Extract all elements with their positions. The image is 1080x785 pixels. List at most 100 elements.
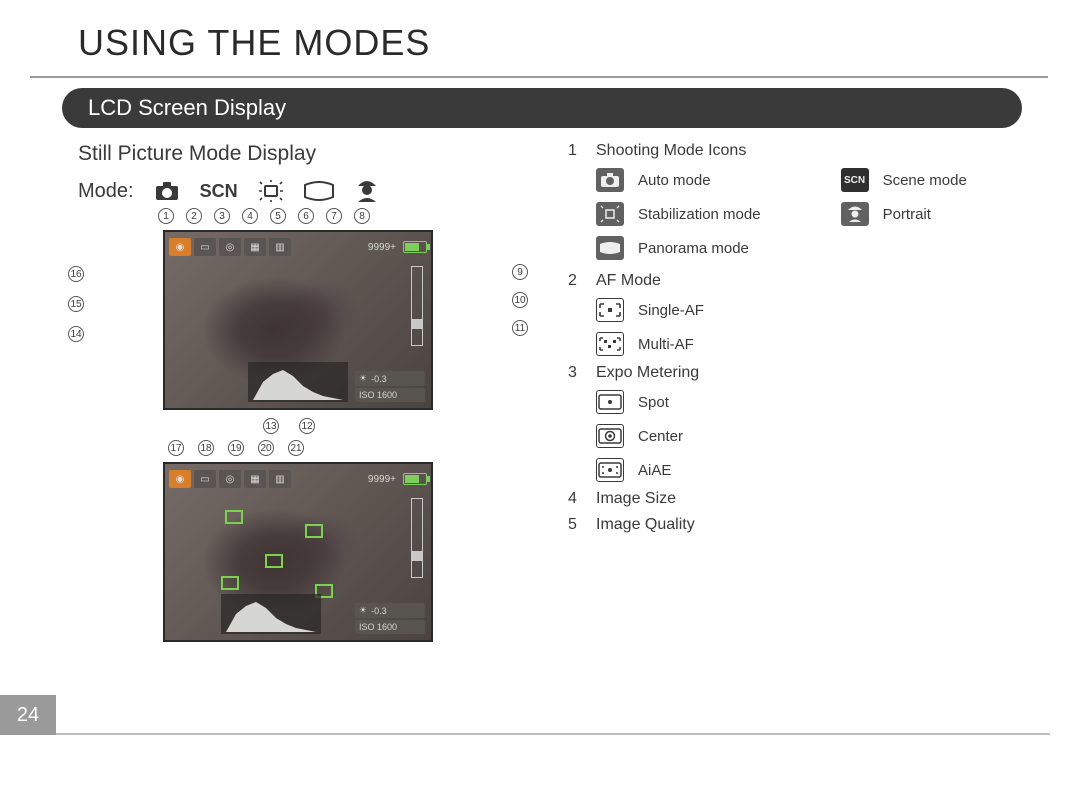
legend-label: Spot xyxy=(638,394,669,411)
lcd-screen: ◉ ▭ ◎ ▦ ▥ 9999+ ☀-0.3 ISO 1600 xyxy=(163,230,433,410)
camera-icon xyxy=(152,178,182,204)
callout-num: 16 xyxy=(68,266,84,282)
quality-icon-lcd: ▥ xyxy=(269,238,291,256)
chapter-title: USING THE MODES xyxy=(0,0,1080,70)
legend-item: Single-AF xyxy=(596,298,1040,322)
mode-icon-lcd: ◉ xyxy=(169,238,191,256)
metering-icon-lcd: ◎ xyxy=(219,238,241,256)
histogram xyxy=(221,594,321,634)
panorama-icon xyxy=(596,236,624,260)
af-icon-lcd: ▭ xyxy=(194,470,216,488)
af-point-icon xyxy=(221,576,239,590)
callout-num: 10 xyxy=(512,292,528,308)
legend-label: Center xyxy=(638,428,683,445)
metering-icon-lcd: ◎ xyxy=(219,470,241,488)
legend-title: Image Quality xyxy=(596,516,695,534)
size-icon-lcd: ▦ xyxy=(244,238,266,256)
legend-item: Panorama mode xyxy=(596,236,761,260)
legend-title: Image Size xyxy=(596,490,676,508)
scn-mode-text: SCN xyxy=(200,181,238,202)
legend-section-3: 3 Expo Metering xyxy=(568,364,1040,382)
callout-num: 4 xyxy=(242,208,258,224)
divider xyxy=(30,76,1048,78)
callout-num: 20 xyxy=(258,440,274,456)
legend-label: AiAE xyxy=(638,462,671,479)
legend-section-1: 1 Shooting Mode Icons xyxy=(568,142,1040,160)
shots-remaining: 9999+ xyxy=(368,474,396,485)
legend-number: 5 xyxy=(568,516,586,534)
stabilization-icon xyxy=(596,202,624,226)
callout-num: 9 xyxy=(512,264,528,280)
legend-item: Spot xyxy=(596,390,1040,414)
stabilization-icon xyxy=(256,178,286,204)
legend-label: Stabilization mode xyxy=(638,206,761,223)
size-icon-lcd: ▦ xyxy=(244,470,266,488)
legend-label: Multi-AF xyxy=(638,336,694,353)
battery-icon xyxy=(403,473,427,485)
callout-num: 18 xyxy=(198,440,214,456)
callout-num: 11 xyxy=(512,320,528,336)
legend-section-5: 5 Image Quality xyxy=(568,516,1040,534)
legend-number: 2 xyxy=(568,272,586,290)
legend-label: Portrait xyxy=(883,206,931,223)
lcd-screen: ◉ ▭ ◎ ▦ ▥ 9999+ ☀-0.3 xyxy=(163,462,433,642)
callout-num: 5 xyxy=(270,208,286,224)
sub-heading: Still Picture Mode Display xyxy=(78,142,538,166)
callout-num: 19 xyxy=(228,440,244,456)
mode-row: Mode: SCN xyxy=(78,178,538,204)
panorama-icon xyxy=(304,178,334,204)
lcd-diagram-2: 17 18 19 20 21 ◉ ▭ ◎ ▦ ▥ 9999+ xyxy=(108,462,488,642)
lcd-diagram-1: 1 2 3 4 5 6 7 8 9 10 11 16 15 14 13 12 xyxy=(108,230,488,410)
callout-num: 21 xyxy=(288,440,304,456)
legend-item: Multi-AF xyxy=(596,332,1040,356)
multi-af-icon xyxy=(596,332,624,356)
portrait-icon xyxy=(841,202,869,226)
af-point-icon xyxy=(225,510,243,524)
center-metering-icon xyxy=(596,424,624,448)
iso-row: ISO 1600 xyxy=(355,620,425,634)
aiae-metering-icon xyxy=(596,458,624,482)
footer-divider xyxy=(30,733,1050,735)
shots-remaining: 9999+ xyxy=(368,242,396,253)
callout-num: 14 xyxy=(68,326,84,342)
legend-label: Scene mode xyxy=(883,172,967,189)
callout-num: 6 xyxy=(298,208,314,224)
scn-icon: SCN xyxy=(841,168,869,192)
legend-label: Auto mode xyxy=(638,172,711,189)
legend-label: Panorama mode xyxy=(638,240,749,257)
legend-item: Center xyxy=(596,424,1040,448)
mode-icon-lcd: ◉ xyxy=(169,470,191,488)
legend-item: AiAE xyxy=(596,458,1040,482)
legend-section-4: 4 Image Size xyxy=(568,490,1040,508)
quality-icon-lcd: ▥ xyxy=(269,470,291,488)
histogram xyxy=(248,362,348,402)
exposure-row: ☀-0.3 xyxy=(355,603,425,618)
spot-metering-icon xyxy=(596,390,624,414)
legend-item: Portrait xyxy=(841,202,967,226)
mode-label: Mode: xyxy=(78,180,134,203)
callout-num: 15 xyxy=(68,296,84,312)
legend-number: 4 xyxy=(568,490,586,508)
af-point-icon xyxy=(305,524,323,538)
callout-num: 13 xyxy=(263,418,279,434)
legend-title: Shooting Mode Icons xyxy=(596,142,746,160)
legend-number: 3 xyxy=(568,364,586,382)
exposure-row: ☀-0.3 xyxy=(355,371,425,386)
legend-item: SCN Scene mode xyxy=(841,168,967,192)
zoom-bar xyxy=(411,498,423,578)
callout-num: 2 xyxy=(186,208,202,224)
af-icon-lcd: ▭ xyxy=(194,238,216,256)
legend-label: Single-AF xyxy=(638,302,704,319)
section-header: LCD Screen Display xyxy=(62,88,1022,128)
legend-number: 1 xyxy=(568,142,586,160)
callout-num: 7 xyxy=(326,208,342,224)
callout-num: 8 xyxy=(354,208,370,224)
legend-title: Expo Metering xyxy=(596,364,699,382)
iso-row: ISO 1600 xyxy=(355,388,425,402)
callout-num: 3 xyxy=(214,208,230,224)
legend-title: AF Mode xyxy=(596,272,661,290)
callout-num: 12 xyxy=(299,418,315,434)
camera-icon xyxy=(596,168,624,192)
portrait-icon xyxy=(352,178,382,204)
zoom-bar xyxy=(411,266,423,346)
